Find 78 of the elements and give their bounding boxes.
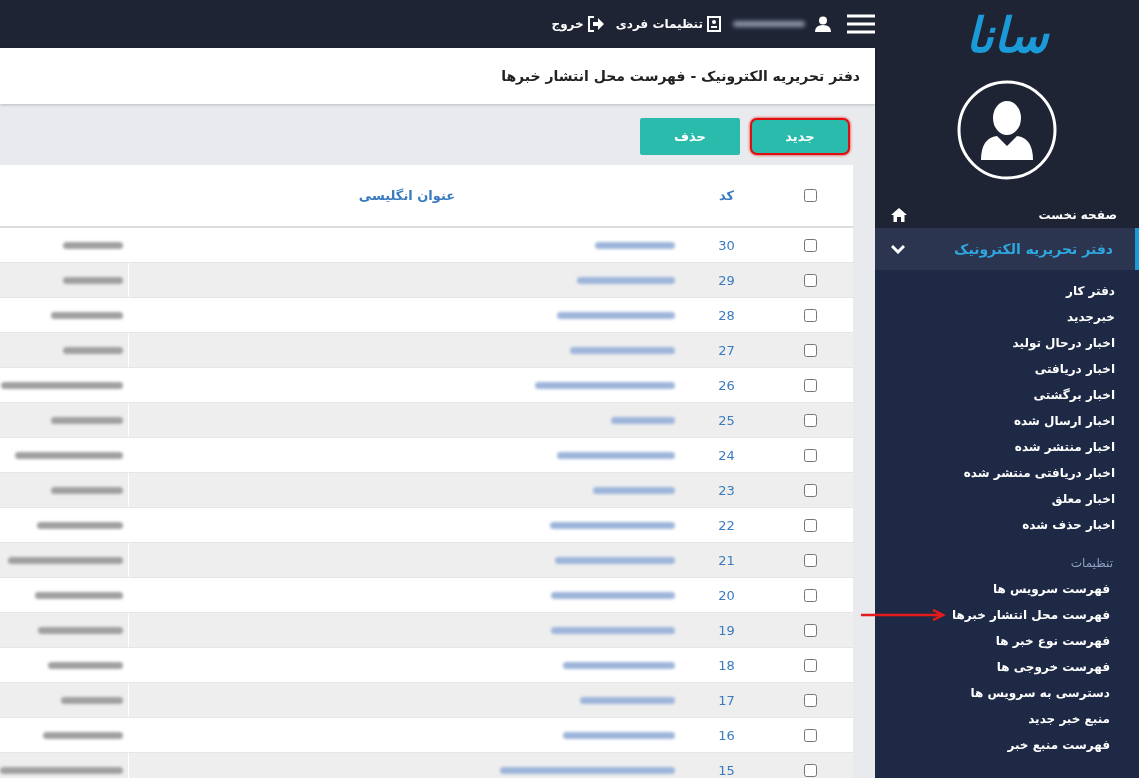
logo: سانا xyxy=(965,6,1049,65)
menu-item[interactable]: دفتر کار xyxy=(1066,284,1115,298)
row-checkbox[interactable] xyxy=(804,343,817,357)
blurred-text xyxy=(63,241,123,249)
menu-item[interactable]: منبع خبر جدید xyxy=(1028,712,1110,726)
blurred-text xyxy=(61,696,123,704)
row-checkbox[interactable] xyxy=(804,693,817,707)
code-link[interactable]: 19 xyxy=(718,622,735,638)
menu-item[interactable]: فهرست خروجی ها xyxy=(996,660,1110,674)
row-checkbox[interactable] xyxy=(804,308,817,322)
blurred-text xyxy=(63,276,123,284)
menu-item[interactable]: دسترسی به سرویس ها xyxy=(970,686,1110,700)
id-card-icon xyxy=(707,16,721,32)
page-title: دفتر تحریریه الکترونیک - فهرست محل انتشار خبرها xyxy=(501,68,860,84)
menu-icon[interactable] xyxy=(847,14,875,34)
code-link[interactable]: 27 xyxy=(718,342,735,358)
code-link[interactable]: 29 xyxy=(718,272,735,288)
code-link[interactable]: 18 xyxy=(718,657,735,673)
row-checkbox[interactable] xyxy=(804,238,817,252)
row-checkbox[interactable] xyxy=(804,413,817,427)
column-header[interactable]: عنوان انگلیسی xyxy=(358,188,456,203)
menu-section[interactable]: دفتر تحریریه الکترونیک xyxy=(875,228,1139,270)
menu-item[interactable]: اخبار برگشتی xyxy=(1033,388,1115,402)
delete-button[interactable]: حذف xyxy=(640,118,740,155)
home-link[interactable]: صفحه نخست xyxy=(875,180,1139,228)
row-checkbox[interactable] xyxy=(804,378,817,392)
menu-section-label: دفتر تحریریه الکترونیک xyxy=(954,241,1113,257)
code-link[interactable]: 26 xyxy=(718,377,735,393)
row-checkbox[interactable] xyxy=(804,448,817,462)
logout-link[interactable]: خروج xyxy=(551,16,604,32)
menu-heading: تنظیمات xyxy=(1069,556,1113,570)
row-checkbox[interactable] xyxy=(804,588,817,602)
row-checkbox[interactable] xyxy=(804,483,817,497)
menu-item[interactable]: اخبار ارسال شده xyxy=(1014,414,1115,428)
menu-item[interactable]: خبرجدید xyxy=(1066,310,1115,324)
code-link[interactable]: 15 xyxy=(718,762,735,778)
row-checkbox[interactable] xyxy=(804,518,817,532)
blurred-text xyxy=(51,486,123,494)
row-checkbox[interactable] xyxy=(804,658,817,672)
menu-item[interactable]: فهرست سرویس ها xyxy=(992,582,1110,596)
code-link[interactable]: 30 xyxy=(718,237,735,253)
personal-settings-link[interactable]: تنظیمات فردی xyxy=(615,16,721,32)
code-link[interactable]: 17 xyxy=(718,692,735,708)
row-checkbox[interactable] xyxy=(804,273,817,287)
code-link[interactable]: 24 xyxy=(718,447,735,463)
code-link[interactable]: 28 xyxy=(718,307,735,323)
code-link[interactable]: 20 xyxy=(718,587,735,603)
menu-item[interactable]: اخبار دریافتی xyxy=(1034,362,1115,376)
menu-item[interactable]: اخبار معلق xyxy=(1051,492,1115,506)
home-icon xyxy=(891,208,907,222)
row-checkbox[interactable] xyxy=(804,553,817,567)
user-icon xyxy=(815,16,831,32)
avatar-icon xyxy=(957,80,1057,180)
code-link[interactable]: 22 xyxy=(718,517,735,533)
blurred-text xyxy=(51,416,123,424)
menu-item[interactable]: اخبار حذف شده xyxy=(1022,518,1115,532)
chevron-icon xyxy=(891,244,905,254)
menu-item[interactable]: اخبار منتشر شده xyxy=(1014,440,1115,454)
code-link[interactable]: 16 xyxy=(718,727,735,743)
blurred-text xyxy=(63,346,123,354)
new-button[interactable]: جدید xyxy=(750,118,850,155)
row-checkbox[interactable] xyxy=(804,763,817,777)
code-link[interactable]: 23 xyxy=(718,482,735,498)
blurred-username xyxy=(733,21,805,27)
exit-icon xyxy=(587,16,604,32)
menu-item[interactable]: فهرست محل انتشار خبرها xyxy=(951,608,1110,622)
menu-item[interactable]: اخبار درحال تولید xyxy=(1012,336,1115,350)
menu-item[interactable]: اخبار دریافتی منتشر شده xyxy=(963,466,1115,480)
code-link[interactable]: 21 xyxy=(718,552,735,568)
blurred-text xyxy=(51,311,123,319)
row-checkbox[interactable] xyxy=(804,623,817,637)
blurred-text xyxy=(611,416,675,424)
menu-item[interactable]: فهرست منبع خبر xyxy=(1007,738,1110,752)
row-checkbox[interactable] xyxy=(804,728,817,742)
select-all-checkbox[interactable] xyxy=(804,189,817,202)
column-header[interactable]: کد xyxy=(718,188,735,203)
menu-item[interactable]: فهرست نوع خبر ها xyxy=(995,634,1110,648)
code-link[interactable]: 25 xyxy=(718,412,735,428)
